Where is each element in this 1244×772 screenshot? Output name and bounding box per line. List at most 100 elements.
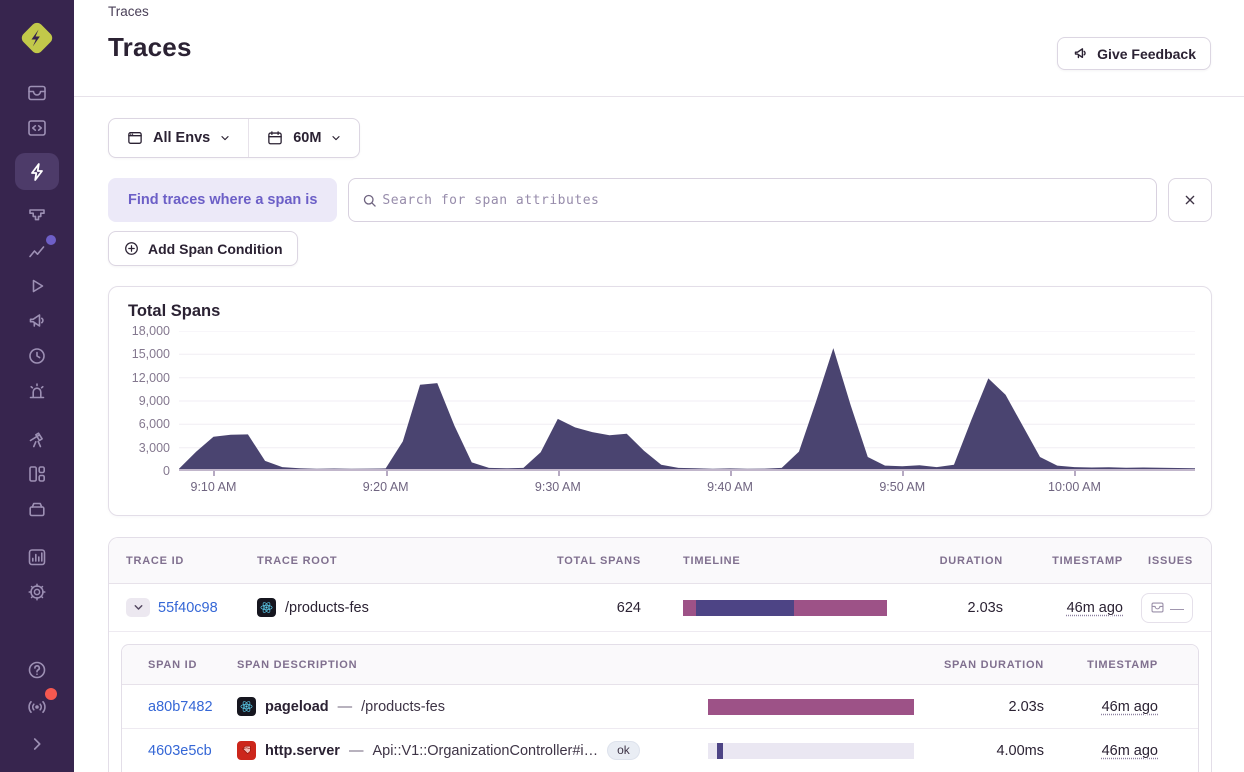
clock-icon (26, 345, 48, 367)
collapse-trace-button[interactable] (126, 598, 150, 617)
sidebar-item-alerts[interactable] (19, 374, 55, 407)
sidebar-item-settings[interactable] (19, 575, 55, 608)
sidebar-item-discover[interactable] (19, 422, 55, 455)
broadcast-icon (25, 696, 49, 718)
sidebar-item-profiling[interactable] (19, 199, 55, 232)
org-logo[interactable] (16, 17, 58, 59)
sidebar-item-projects[interactable] (19, 111, 55, 144)
megaphone-icon (26, 310, 48, 332)
timeline-segment (708, 699, 914, 715)
sidebar-collapse-button[interactable] (19, 727, 55, 760)
megaphone-icon (1072, 45, 1089, 62)
clear-search-button[interactable] (1168, 178, 1212, 222)
sidebar-bottom (19, 651, 55, 772)
column-header-total-spans: TOTAL SPANS (525, 555, 645, 567)
span-op: http.server (265, 743, 340, 759)
span-timestamp-link[interactable]: 46m ago (1102, 743, 1158, 759)
breadcrumb[interactable]: Traces (108, 4, 1212, 19)
sidebar-item-issues[interactable] (19, 76, 55, 109)
notification-dot (46, 235, 56, 245)
react-platform-icon (237, 697, 256, 716)
span-timestamp-link[interactable]: 46m ago (1102, 699, 1158, 715)
page-filter-bar: All Envs 60M (108, 118, 360, 158)
sidebar-item-replays[interactable] (19, 269, 55, 302)
sidebar-item-explore[interactable] (15, 153, 59, 190)
search-icon (361, 192, 378, 209)
span-duration-bar (708, 743, 914, 759)
content: All Envs 60M Find traces whe (74, 97, 1244, 772)
search-builder: Find traces where a span is (108, 178, 1212, 222)
sidebar (0, 0, 74, 772)
span-search-input[interactable] (382, 193, 1144, 208)
environment-value: All Envs (153, 130, 210, 146)
sidebar-item-feedback[interactable] (19, 304, 55, 337)
span-id-link[interactable]: a80b7482 (148, 699, 213, 715)
environment-selector[interactable]: All Envs (109, 119, 248, 157)
span-description-cell: http.server — Api::V1::OrganizationContr… (237, 741, 708, 760)
column-header-trace-id: TRACE ID (109, 555, 257, 567)
sidebar-item-whats-new[interactable] (19, 690, 55, 723)
chart-x-tick (386, 471, 388, 476)
whats-new-badge (45, 688, 57, 700)
trace-timeline (683, 600, 887, 616)
chevron-down-icon (219, 132, 231, 144)
give-feedback-button[interactable]: Give Feedback (1057, 37, 1211, 70)
chart-x-tick-label: 10:00 AM (1048, 480, 1101, 494)
chart-x-tick (902, 471, 904, 476)
app-root: Traces Traces Give Feedback All Envs (0, 0, 1244, 772)
stats-icon (26, 546, 48, 568)
profiling-icon (26, 205, 48, 227)
search-builder-label: Find traces where a span is (108, 178, 337, 222)
trace-issues-button[interactable]: — (1141, 593, 1193, 623)
span-row[interactable]: 4603e5cb http.server — Api::V1::Organiza… (122, 729, 1198, 772)
add-span-condition-button[interactable]: Add Span Condition (108, 231, 298, 266)
chart-x-axis: 9:10 AM9:20 AM9:30 AM9:40 AM9:50 AM10:00… (179, 471, 1195, 501)
trace-row[interactable]: 55f40c98 /products-fes (109, 584, 1211, 632)
trace-root-cell: /products-fes (257, 598, 525, 617)
chart-y-axis: 03,0006,0009,00012,00015,00018,000 (125, 331, 179, 471)
column-header-issues: ISSUES (1125, 555, 1211, 567)
span-search-box[interactable] (348, 178, 1157, 222)
total-spans-value: 624 (525, 600, 645, 616)
sidebar-item-dashboards[interactable] (19, 457, 55, 490)
chart-x-tick-label: 9:30 AM (535, 480, 581, 494)
column-header-span-timestamp: TIMESTAMP (1050, 659, 1198, 671)
sidebar-item-insights[interactable] (19, 234, 55, 267)
play-icon (26, 275, 48, 297)
span-id-link[interactable]: 4603e5cb (148, 743, 212, 759)
span-duration: 2.03s (930, 699, 1050, 715)
chart-y-tick-label: 6,000 (139, 417, 170, 431)
chart-x-tick-label: 9:10 AM (191, 480, 237, 494)
react-platform-icon (257, 598, 276, 617)
chart-x-tick-label: 9:20 AM (363, 480, 409, 494)
add-span-condition-label: Add Span Condition (148, 241, 283, 257)
timeline-segment (683, 600, 696, 616)
trace-root-label: /products-fes (285, 600, 369, 616)
trace-id-link[interactable]: 55f40c98 (158, 600, 218, 616)
chart-x-tick-label: 9:50 AM (879, 480, 925, 494)
archive-box-icon (26, 498, 48, 520)
sidebar-item-releases[interactable] (19, 492, 55, 525)
lightning-icon (26, 161, 48, 183)
span-row[interactable]: a80b7482 page (122, 685, 1198, 729)
traces-table-header: TRACE ID TRACE ROOT TOTAL SPANS TIMELINE… (109, 538, 1211, 584)
chart-body: 03,0006,0009,00012,00015,00018,000 (125, 331, 1195, 471)
org-logo-icon (16, 17, 58, 59)
area-series (179, 331, 1195, 471)
time-range-selector[interactable]: 60M (248, 119, 359, 157)
chart-plot (179, 331, 1195, 471)
total-spans-chart: Total Spans 03,0006,0009,00012,00015,000… (108, 286, 1212, 516)
page-title: Traces (108, 32, 1212, 63)
sidebar-item-crons[interactable] (19, 339, 55, 372)
chart-y-tick-label: 12,000 (132, 371, 170, 385)
spans-table-header: SPAN ID SPAN DESCRIPTION SPAN DURATION T… (122, 645, 1198, 685)
trace-timestamp-link[interactable]: 46m ago (1067, 600, 1123, 616)
sidebar-item-stats[interactable] (19, 540, 55, 573)
chevron-down-icon (132, 601, 145, 614)
ruby-platform-icon (237, 741, 256, 760)
chart-title: Total Spans (128, 302, 1195, 321)
column-header-span-duration: SPAN DURATION (930, 659, 1050, 671)
sidebar-item-help[interactable] (19, 653, 55, 686)
insights-chart-icon (26, 240, 48, 262)
column-header-trace-root: TRACE ROOT (257, 555, 525, 567)
